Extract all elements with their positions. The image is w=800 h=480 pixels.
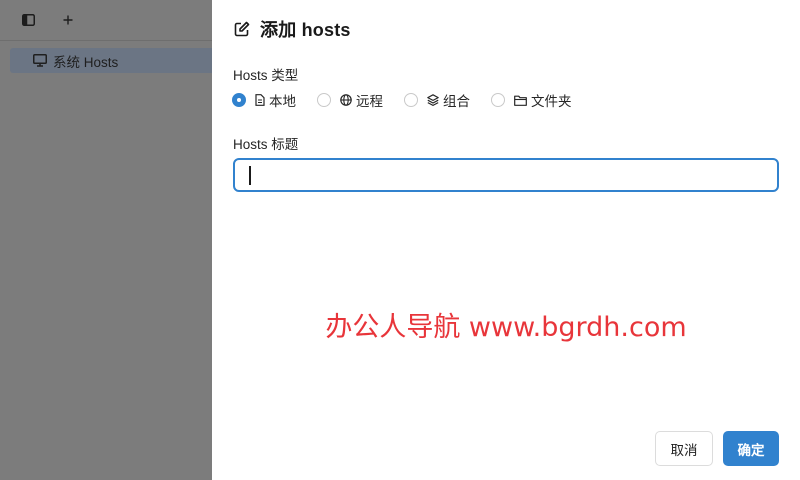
radio-label-local: 本地 xyxy=(269,94,296,109)
globe-icon xyxy=(340,94,352,106)
radio-option-local[interactable]: 本地 xyxy=(232,90,296,110)
layers-icon xyxy=(427,94,439,106)
radio-label-group: 组合 xyxy=(443,94,470,109)
hosts-type-label: Hosts 类型 xyxy=(233,68,299,83)
edit-icon xyxy=(234,21,250,37)
add-hosts-button[interactable] xyxy=(59,11,77,29)
radio-local[interactable] xyxy=(232,93,246,107)
text-caret xyxy=(249,166,251,185)
radio-option-remote[interactable]: 远程 xyxy=(317,90,383,110)
radio-label-remote: 远程 xyxy=(356,94,383,109)
sidebar-toggle-icon xyxy=(21,14,35,26)
hosts-title-label: Hosts 标题 xyxy=(233,137,299,152)
sidebar-item-label: 系统 Hosts xyxy=(53,54,119,70)
radio-option-folder[interactable]: 文件夹 xyxy=(491,90,572,110)
hosts-title-input[interactable] xyxy=(233,158,779,192)
drawer-header: 添加 hosts xyxy=(234,16,351,42)
monitor-icon xyxy=(33,54,47,67)
sidebar-toggle-button[interactable] xyxy=(19,11,37,29)
sidebar-toolbar xyxy=(0,0,212,41)
radio-remote[interactable] xyxy=(317,93,331,107)
folder-icon xyxy=(514,95,527,106)
add-hosts-drawer: 添加 hosts Hosts 类型 本地 远程 组合 文件夹 Hosts 标题 … xyxy=(212,0,800,480)
sidebar: 系统 Hosts xyxy=(0,0,212,480)
confirm-button[interactable]: 确定 xyxy=(723,431,779,466)
radio-option-group[interactable]: 组合 xyxy=(404,90,470,110)
radio-label-folder: 文件夹 xyxy=(531,94,572,109)
file-icon xyxy=(255,94,265,106)
plus-icon xyxy=(63,15,73,25)
drawer-title: 添加 hosts xyxy=(260,20,351,40)
radio-group[interactable] xyxy=(404,93,418,107)
hosts-type-radio-group: 本地 远程 组合 文件夹 xyxy=(232,90,593,110)
sidebar-item-system-hosts[interactable]: 系统 Hosts xyxy=(10,48,212,73)
radio-folder[interactable] xyxy=(491,93,505,107)
watermark-text: 办公人导航 www.bgrdh.com xyxy=(325,312,687,343)
cancel-button[interactable]: 取消 xyxy=(655,431,713,466)
